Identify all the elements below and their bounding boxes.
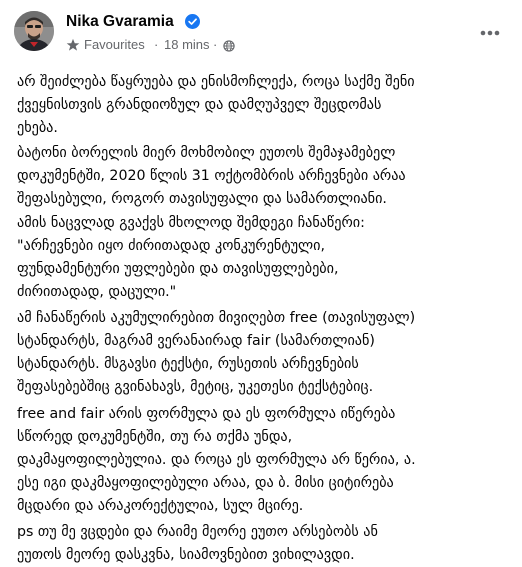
more-options-button[interactable] [472, 16, 508, 44]
post-paragraph: free and fair არის ფორმულა და ეს ფორმულა… [17, 406, 416, 514]
meta-separator: · [154, 37, 159, 52]
post-paragraph: ბატონი ბორელის მიერ მოხმობილ ეუთოს შემაჯ… [17, 145, 406, 207]
post-paragraph: ამ ჩანაწერის აკუმულირებით მივიღებთ free … [17, 310, 416, 395]
post-paragraph: ps თუ მე ვცდები და რაიმე მეორე ეუთო არსე… [17, 524, 378, 563]
globe-icon[interactable] [223, 39, 235, 52]
author-name[interactable]: Nika Gvaramia [66, 12, 174, 31]
more-options-icon [480, 21, 500, 40]
meta-separator: · [213, 37, 218, 52]
post-timestamp[interactable]: 18 mins [164, 36, 210, 54]
post-paragraph: არ შეიძლება წაყრუება და ენისმოჩლექა, როც… [17, 74, 415, 136]
verified-badge-icon [185, 14, 200, 29]
author-avatar[interactable] [14, 11, 54, 51]
post-header: Nika Gvaramia Favourites · 18 mins · [0, 0, 522, 72]
star-icon [66, 38, 80, 52]
post-paragraph: ამის ნაცვლად გვაქვს მხოლოდ შემდეგი ჩანაწ… [17, 215, 365, 300]
audience-label[interactable]: Favourites [84, 36, 145, 54]
